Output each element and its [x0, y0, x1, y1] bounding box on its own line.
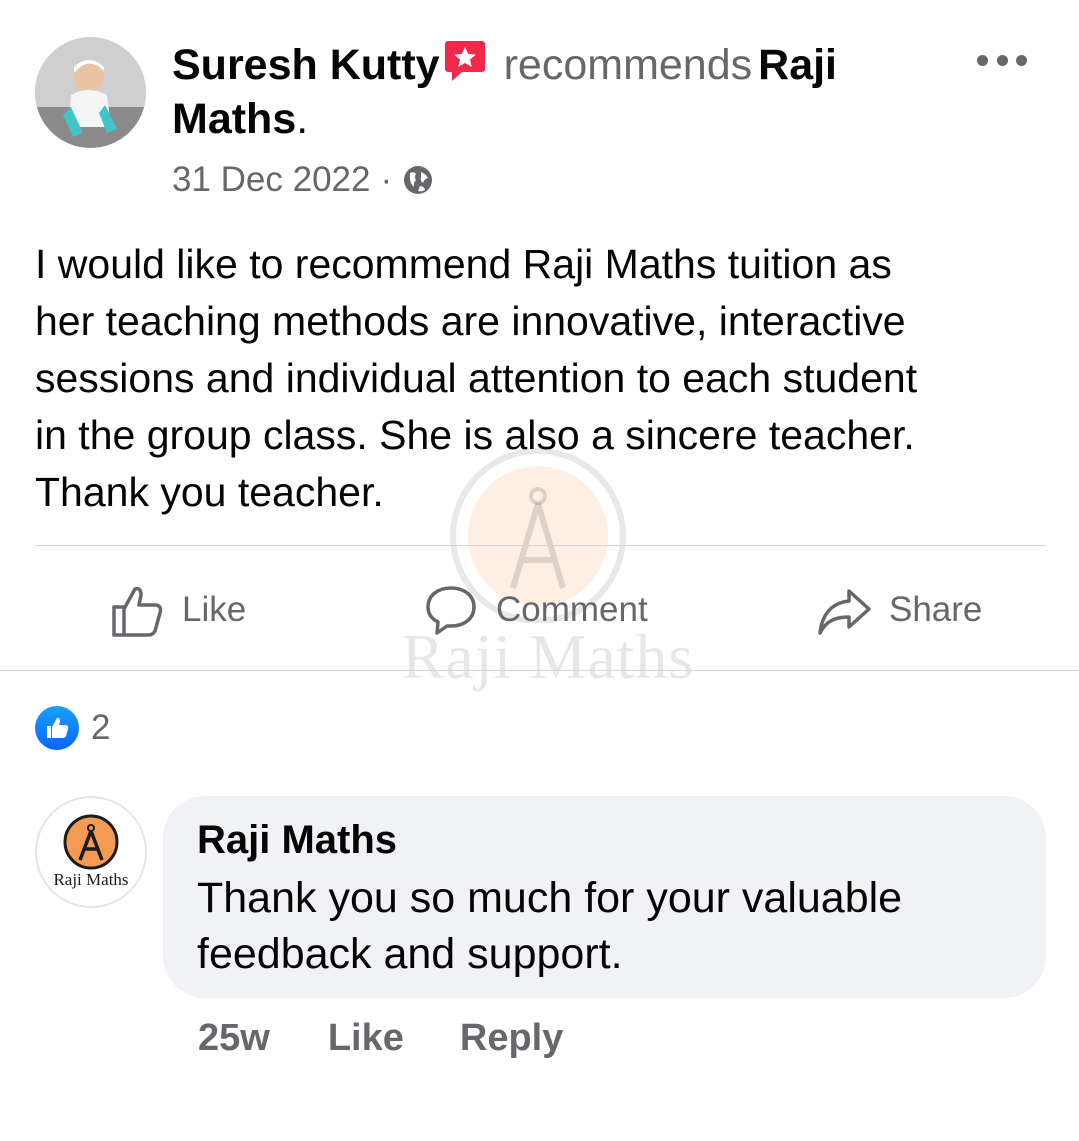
comment-author[interactable]: Raji Maths — [197, 816, 1012, 864]
like-button[interactable]: Like — [108, 578, 246, 642]
comment-bubble: Raji Maths Thank you so much for your va… — [163, 796, 1046, 998]
reactions-summary[interactable]: 2 — [35, 706, 110, 750]
share-arrow-icon — [818, 589, 871, 635]
like-reaction-icon — [35, 706, 79, 750]
divider — [0, 670, 1079, 671]
recommends-text: recommends — [503, 41, 753, 89]
comment-text: Thank you so much for your valuable feed… — [197, 874, 903, 978]
like-label: Like — [182, 590, 247, 629]
comment-label: Comment — [496, 590, 648, 629]
post-body-text: I would like to recommend Raji Maths tui… — [35, 241, 918, 515]
author-name[interactable]: Suresh Kutty — [172, 41, 440, 89]
raji-maths-logo — [63, 814, 119, 870]
divider — [35, 545, 1046, 546]
post-date[interactable]: 31 Dec 2022 — [172, 160, 370, 200]
comment-reply-button[interactable]: Reply — [460, 1017, 563, 1060]
author-avatar[interactable] — [35, 37, 146, 148]
meta-separator: · — [380, 160, 393, 199]
share-button[interactable]: Share — [815, 578, 982, 642]
post-meta: 31 Dec 2022 · — [172, 160, 912, 200]
comment-like-button[interactable]: Like — [328, 1017, 404, 1060]
post-header: Suresh Kutty recommends Raji Maths. 31 Dec… — [172, 38, 912, 200]
avatar-logo-text: Raji Maths — [53, 870, 129, 889]
comment-time[interactable]: 25w — [198, 1017, 270, 1060]
comment-bubble-icon — [426, 586, 476, 635]
headline-period: . — [296, 95, 309, 143]
commenter-avatar[interactable]: Raji Maths — [35, 796, 147, 908]
thumbs-up-icon — [112, 586, 163, 637]
more-options-icon[interactable] — [977, 50, 1027, 70]
globe-icon — [402, 164, 434, 196]
reaction-count: 2 — [91, 708, 111, 747]
recommend-badge-icon — [444, 39, 486, 83]
comment-actions: 25w Like Reply — [198, 1017, 563, 1060]
share-label: Share — [889, 590, 983, 629]
comment-button[interactable]: Comment — [422, 578, 648, 642]
post-headline: Suresh Kutty recommends Raji Maths. — [172, 38, 912, 146]
